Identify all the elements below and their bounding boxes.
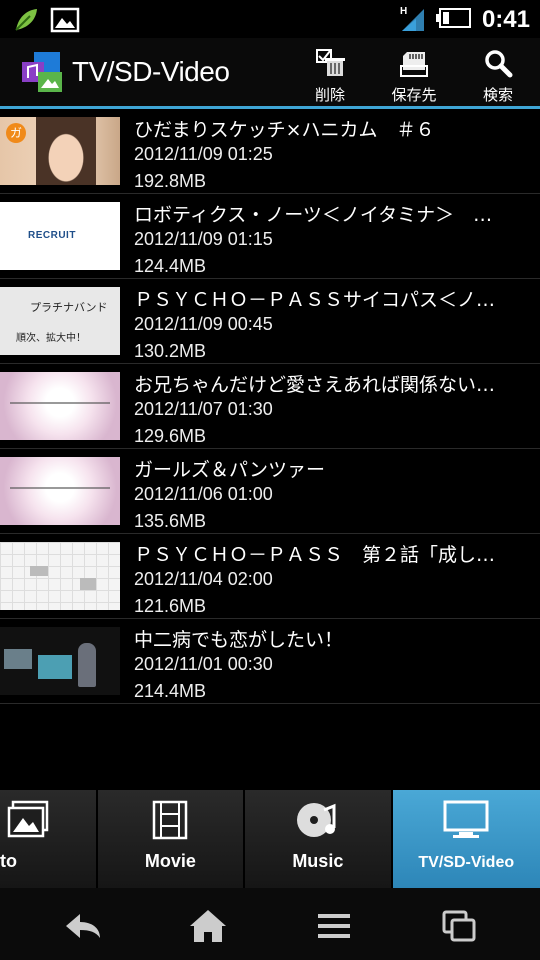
photo-icon xyxy=(7,800,51,844)
video-size: 214.4MB xyxy=(134,681,207,701)
video-datetime: 2012/11/04 02:00 xyxy=(134,569,273,589)
video-thumbnail xyxy=(0,372,120,440)
video-size: 121.6MB xyxy=(134,596,207,616)
video-datetime: 2012/11/09 01:15 xyxy=(134,229,273,249)
video-title: 中二病でも恋がしたい！ xyxy=(134,629,344,651)
video-size: 129.6MB xyxy=(134,426,207,446)
video-row[interactable]: 中二病でも恋がしたい！ 2012/11/01 00:30 214.4MB xyxy=(0,619,540,704)
network-type: H xyxy=(400,6,407,17)
video-title: ひだまりスケッチ×ハニカム ＃６ xyxy=(134,119,435,141)
video-row[interactable]: ガ ひだまりスケッチ×ハニカム ＃６ 2012/11/09 01:25 192.… xyxy=(0,109,540,194)
video-size: 124.4MB xyxy=(134,256,207,276)
home-icon xyxy=(180,910,236,950)
bottom-tab-bar: Photo Movie Music TV/SD-Video xyxy=(0,790,540,888)
video-size: 192.8MB xyxy=(134,171,207,191)
save-destination-label: 保存先 xyxy=(391,86,437,104)
recruit-logo: RECRUIT xyxy=(28,230,76,241)
video-thumbnail: プラチナバンド 順次、拡大中！ xyxy=(0,287,120,355)
image-notification-icon xyxy=(50,6,80,38)
battery-icon xyxy=(435,7,472,33)
tab-music[interactable]: Music xyxy=(245,790,393,888)
video-datetime: 2012/11/09 00:45 xyxy=(134,314,273,334)
tab-label: TV/SD-Video xyxy=(418,854,515,871)
tv-icon xyxy=(443,800,489,844)
tab-tv-sd-video[interactable]: TV/SD-Video xyxy=(392,790,540,888)
video-thumbnail xyxy=(0,457,120,525)
home-button[interactable] xyxy=(180,906,240,946)
menu-button[interactable] xyxy=(306,906,366,946)
music-disc-icon xyxy=(296,800,340,844)
video-row[interactable]: RECRUIT ロボティクス・ノーツ＜ノイタミナ＞ … 2012/11/09 0… xyxy=(0,194,540,279)
video-datetime: 2012/11/07 01:30 xyxy=(134,399,273,419)
navigation-bar xyxy=(0,888,540,960)
back-icon xyxy=(54,914,110,950)
video-list: ガ ひだまりスケッチ×ハニカム ＃６ 2012/11/09 01:25 192.… xyxy=(0,109,540,704)
back-button[interactable] xyxy=(54,906,114,946)
thumbnail-caption: 順次、拡大中！ xyxy=(16,333,86,344)
clock: 0:41 xyxy=(481,6,530,33)
channel-badge: ガ xyxy=(6,123,26,143)
video-thumbnail xyxy=(0,542,120,610)
save-destination-button[interactable]: 保存先 xyxy=(382,48,446,105)
tab-photo[interactable]: Photo xyxy=(0,790,98,888)
video-title: ＰＳＹＣＨＯ－ＰＡＳＳ 第２話「成し… xyxy=(134,544,496,566)
video-datetime: 2012/11/01 00:30 xyxy=(134,654,273,674)
search-label: 検索 xyxy=(482,86,513,104)
app-title: TV/SD-Video xyxy=(72,56,230,87)
recent-apps-button[interactable] xyxy=(432,906,492,946)
search-icon xyxy=(483,50,513,82)
tab-label: Music xyxy=(292,851,344,871)
video-thumbnail xyxy=(0,627,120,695)
action-bar: TV/SD-Video 削除 保存先 検索 xyxy=(0,38,540,109)
recent-apps-icon xyxy=(432,910,488,950)
video-row[interactable]: ガールズ＆パンツァー 2012/11/06 01:00 135.6MB xyxy=(0,449,540,534)
video-title: ガールズ＆パンツァー xyxy=(134,459,325,481)
app-icon xyxy=(20,50,64,94)
leaf-notification-icon xyxy=(12,6,40,38)
video-datetime: 2012/11/09 01:25 xyxy=(134,144,273,164)
video-size: 130.2MB xyxy=(134,341,207,361)
delete-button[interactable]: 削除 xyxy=(298,48,362,105)
thumbnail-caption: プラチナバンド xyxy=(30,301,108,314)
tab-movie[interactable]: Movie xyxy=(97,790,246,888)
video-thumbnail: RECRUIT xyxy=(0,202,120,270)
trash-icon xyxy=(315,49,345,82)
video-thumbnail: ガ xyxy=(0,117,120,185)
status-bar: H 0:41 xyxy=(0,0,540,38)
tab-label: Photo xyxy=(0,851,17,871)
video-datetime: 2012/11/06 01:00 xyxy=(134,484,273,504)
video-row[interactable]: ＰＳＹＣＨＯ－ＰＡＳＳ 第２話「成し… 2012/11/04 02:00 121… xyxy=(0,534,540,619)
video-size: 135.6MB xyxy=(134,511,207,531)
video-row[interactable]: お兄ちゃんだけど愛さえあれば関係ない… 2012/11/07 01:30 129… xyxy=(0,364,540,449)
video-title: ＰＳＹＣＨＯ－ＰＡＳＳサイコパス＜ノ… xyxy=(134,289,496,311)
tab-label: Movie xyxy=(144,851,196,871)
sd-card-icon xyxy=(399,52,429,82)
video-title: ロボティクス・ノーツ＜ノイタミナ＞ … xyxy=(134,204,493,226)
video-row[interactable]: プラチナバンド 順次、拡大中！ ＰＳＹＣＨＯ－ＰＡＳＳサイコパス＜ノ… 2012… xyxy=(0,279,540,364)
delete-label: 削除 xyxy=(314,86,345,104)
search-button[interactable]: 検索 xyxy=(466,48,530,105)
signal-icon: H xyxy=(400,4,426,36)
film-icon xyxy=(152,800,188,844)
menu-icon xyxy=(306,914,362,950)
video-title: お兄ちゃんだけど愛さえあれば関係ない… xyxy=(134,374,496,396)
